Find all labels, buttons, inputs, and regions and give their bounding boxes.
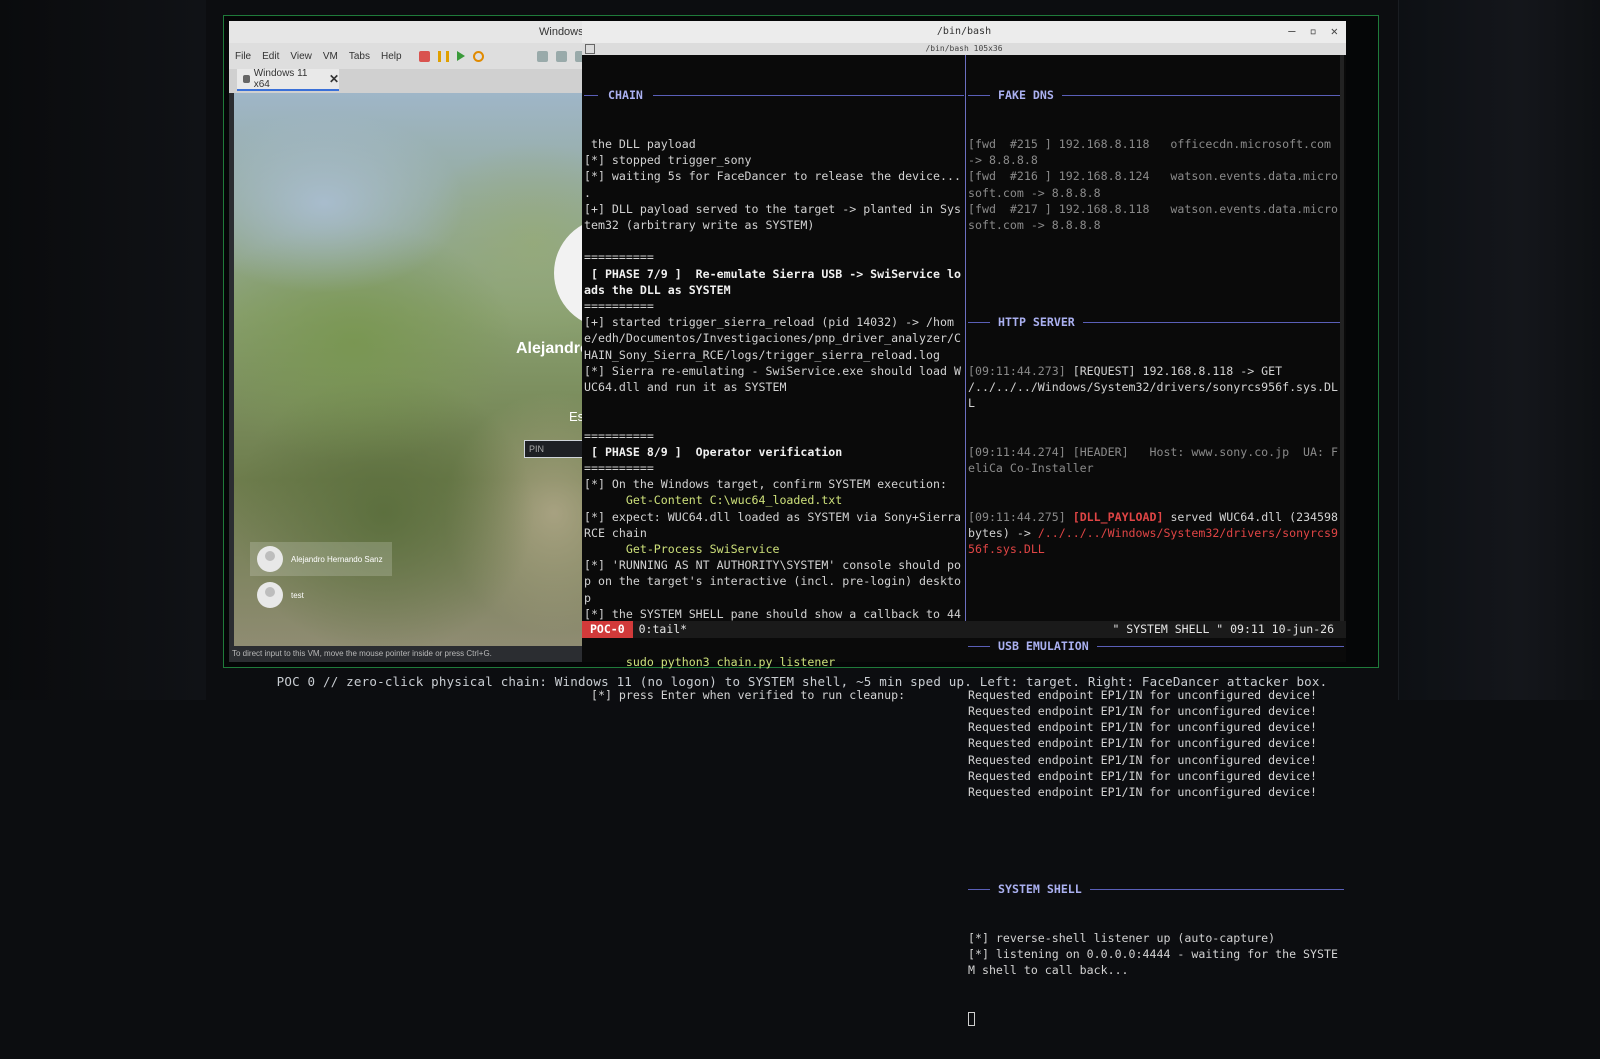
shell-log-line: [*] listening on 0.0.0.0:4444 - waiting …	[968, 947, 1338, 978]
chain-log-line: the DLL payload	[584, 137, 696, 151]
usb-log-line: Requested endpoint EP1/IN for unconfigur…	[968, 752, 1318, 767]
chain-log-line: [*] press Enter when verified to run cle…	[584, 687, 906, 702]
terminal-titlebar: /bin/bash – ▫ ✕	[582, 21, 1346, 43]
usb-log-line: Requested endpoint EP1/IN for unconfigur…	[968, 768, 1318, 783]
tmux-session[interactable]: POC-0	[582, 621, 633, 638]
dns-header: FAKE DNS	[968, 87, 1344, 103]
usb-log-line: Requested endpoint EP1/IN for unconfigur…	[968, 687, 1318, 702]
terminal-window[interactable]: /bin/bash – ▫ ✕ /bin/bash 105x36 CHAIN t…	[582, 21, 1346, 1027]
vm-toolbar	[418, 50, 484, 62]
http-log-line: [09:11:44.275] [DLL_PAYLOAD] served WUC6…	[968, 509, 1338, 557]
chain-pane[interactable]: CHAIN the DLL payload [*] stopped trigger…	[582, 55, 964, 703]
chain-log-line	[584, 638, 964, 654]
usb-log: Requested endpoint EP1/IN for unconfigur…	[968, 687, 1344, 800]
shell-header: SYSTEM SHELL	[968, 881, 1344, 897]
vm-tabbar: Windows 11 x64 ✕	[229, 68, 599, 93]
menu-edit[interactable]: Edit	[262, 51, 279, 62]
chain-log-line: .	[584, 185, 591, 200]
http-header: HTTP SERVER	[968, 314, 1344, 330]
close-icon[interactable]: ✕	[329, 72, 339, 86]
usb-log-line: Requested endpoint EP1/IN for unconfigur…	[968, 704, 1318, 719]
chain-log-line: Get-Content C:\wuc64_loaded.txt	[584, 493, 843, 508]
shell-cursor[interactable]	[968, 1011, 1344, 1027]
tab-windows-11[interactable]: Windows 11 x64 ✕	[237, 68, 339, 91]
usb-log-line: Requested endpoint EP1/IN for unconfigur…	[968, 736, 1318, 751]
left-background	[0, 0, 206, 700]
menu-tabs[interactable]: Tabs	[349, 51, 370, 62]
snapshot-manager-icon[interactable]	[555, 50, 567, 62]
terminal-title: /bin/bash	[936, 26, 992, 37]
tmux-status-bar: POC-0 0:tail* " SYSTEM SHELL " 09:11 10-j…	[582, 621, 1346, 638]
menu-file[interactable]: File	[235, 51, 251, 62]
user-name: test	[291, 590, 304, 600]
pause-icon[interactable]	[437, 50, 449, 62]
menu-vm[interactable]: VM	[323, 51, 338, 62]
vm-tab-icon	[243, 75, 250, 83]
http-log-line: [09:11:44.274] [HEADER] Host: www.sony.c…	[968, 444, 1338, 476]
chain-log-line: [*] On the Windows target, confirm SYSTE…	[584, 477, 947, 492]
chain-log-line: [*] 'RUNNING AS NT AUTHORITY\SYSTEM' con…	[584, 558, 961, 605]
video-caption: POC 0 // zero-click physical chain: Wind…	[276, 674, 1328, 689]
shell-log: [*] reverse-shell listener up (auto-capt…	[968, 930, 1344, 979]
chain-log-line: sudo python3 chain.py listener	[584, 655, 836, 670]
tmux-window[interactable]: 0:tail*	[633, 621, 687, 638]
dns-log-line: [fwd #215 ] 192.168.8.118 officecdn.micr…	[968, 137, 1338, 168]
dns-log-line: [fwd #216 ] 192.168.8.124 watson.events.…	[968, 169, 1338, 200]
dns-log: [fwd #215 ] 192.168.8.118 officecdn.micr…	[968, 136, 1344, 233]
pane-divider[interactable]	[965, 55, 966, 638]
user-name: Alejandro Hernando Sanz	[291, 554, 383, 564]
user-test[interactable]: test	[250, 578, 392, 612]
play-icon[interactable]	[456, 51, 465, 61]
login-username: Alejandro	[516, 340, 590, 357]
monitor-pane[interactable]: FAKE DNS [fwd #215 ] 192.168.8.118 offic…	[968, 55, 1344, 1059]
chain-log-line: ==========	[584, 461, 654, 476]
chain-log-line: [+] started trigger_sierra_reload (pid 1…	[584, 315, 961, 362]
usb-header: USB EMULATION	[968, 638, 1344, 654]
vm-titlebar: Windows 11	[229, 21, 599, 43]
tmux-status-right: " SYSTEM SHELL " 09:11 10-jun-26	[1112, 622, 1334, 636]
dns-log-line: [fwd #217 ] 192.168.8.118 watson.events.…	[968, 201, 1338, 233]
vm-tab-label: Windows 11 x64	[253, 68, 308, 90]
chain-log-line: Get-Process SwiService	[584, 542, 780, 557]
chain-log-line: ==========	[584, 299, 654, 314]
vm-login-screen[interactable]: Alejandro Es PIN Alejandro Hernando Sanz…	[234, 93, 599, 646]
maximize-icon[interactable]: ▫	[1310, 24, 1317, 38]
chain-log-line: [*] Sierra re-emulating - SwiService.exe…	[584, 363, 961, 395]
avatar	[257, 582, 283, 608]
chain-log-line	[584, 411, 964, 427]
stop-icon[interactable]	[418, 50, 430, 62]
right-background	[1398, 0, 1600, 700]
chain-log-line: ==========	[584, 428, 654, 443]
user-alejandro[interactable]: Alejandro Hernando Sanz	[250, 542, 392, 576]
snapshot-icon[interactable]	[536, 50, 548, 62]
chain-log-line: [ PHASE 8/9 ] Operator verification	[584, 444, 843, 459]
shell-log-line: [*] reverse-shell listener up (auto-capt…	[968, 930, 1276, 945]
vm-menubar: File Edit View VM Tabs Help	[229, 43, 599, 69]
chain-log-line: ==========	[584, 250, 654, 265]
chain-log-line	[584, 395, 964, 411]
chain-log-line: [*] stopped trigger_sony	[584, 153, 752, 168]
terminal-subbar: /bin/bash 105x36	[582, 43, 1346, 55]
chain-header: CHAIN	[584, 87, 964, 103]
chain-log-line: [ PHASE 7/9 ] Re-emulate Sierra USB -> S…	[584, 266, 961, 297]
vm-status-bar: To direct input to this VM, move the mou…	[229, 646, 599, 662]
vm-window[interactable]: Windows 11 File Edit View VM Tabs Help W…	[229, 21, 599, 662]
menu-help[interactable]: Help	[381, 51, 402, 62]
usb-log-line: Requested endpoint EP1/IN for unconfigur…	[968, 720, 1318, 735]
http-log-line: [09:11:44.273] [REQUEST] 192.168.8.118 -…	[968, 363, 1338, 411]
chain-log-line	[584, 233, 964, 249]
chain-log-line: [*] waiting 5s for FaceDancer to release…	[584, 169, 961, 184]
scrollbar[interactable]	[1340, 55, 1344, 638]
avatar	[257, 546, 283, 572]
terminal-subtitle: /bin/bash 105x36	[925, 44, 1003, 53]
minimize-icon[interactable]: –	[1288, 24, 1295, 38]
usb-log-line: Requested endpoint EP1/IN for unconfigur…	[968, 785, 1318, 800]
close-icon[interactable]: ✕	[1331, 24, 1338, 38]
chain-log-line: [*] expect: WUC64.dll loaded as SYSTEM v…	[584, 509, 961, 540]
menu-view[interactable]: View	[290, 51, 312, 62]
refresh-icon[interactable]	[472, 50, 484, 62]
chain-log-line: [+] DLL payload served to the target -> …	[584, 201, 961, 233]
